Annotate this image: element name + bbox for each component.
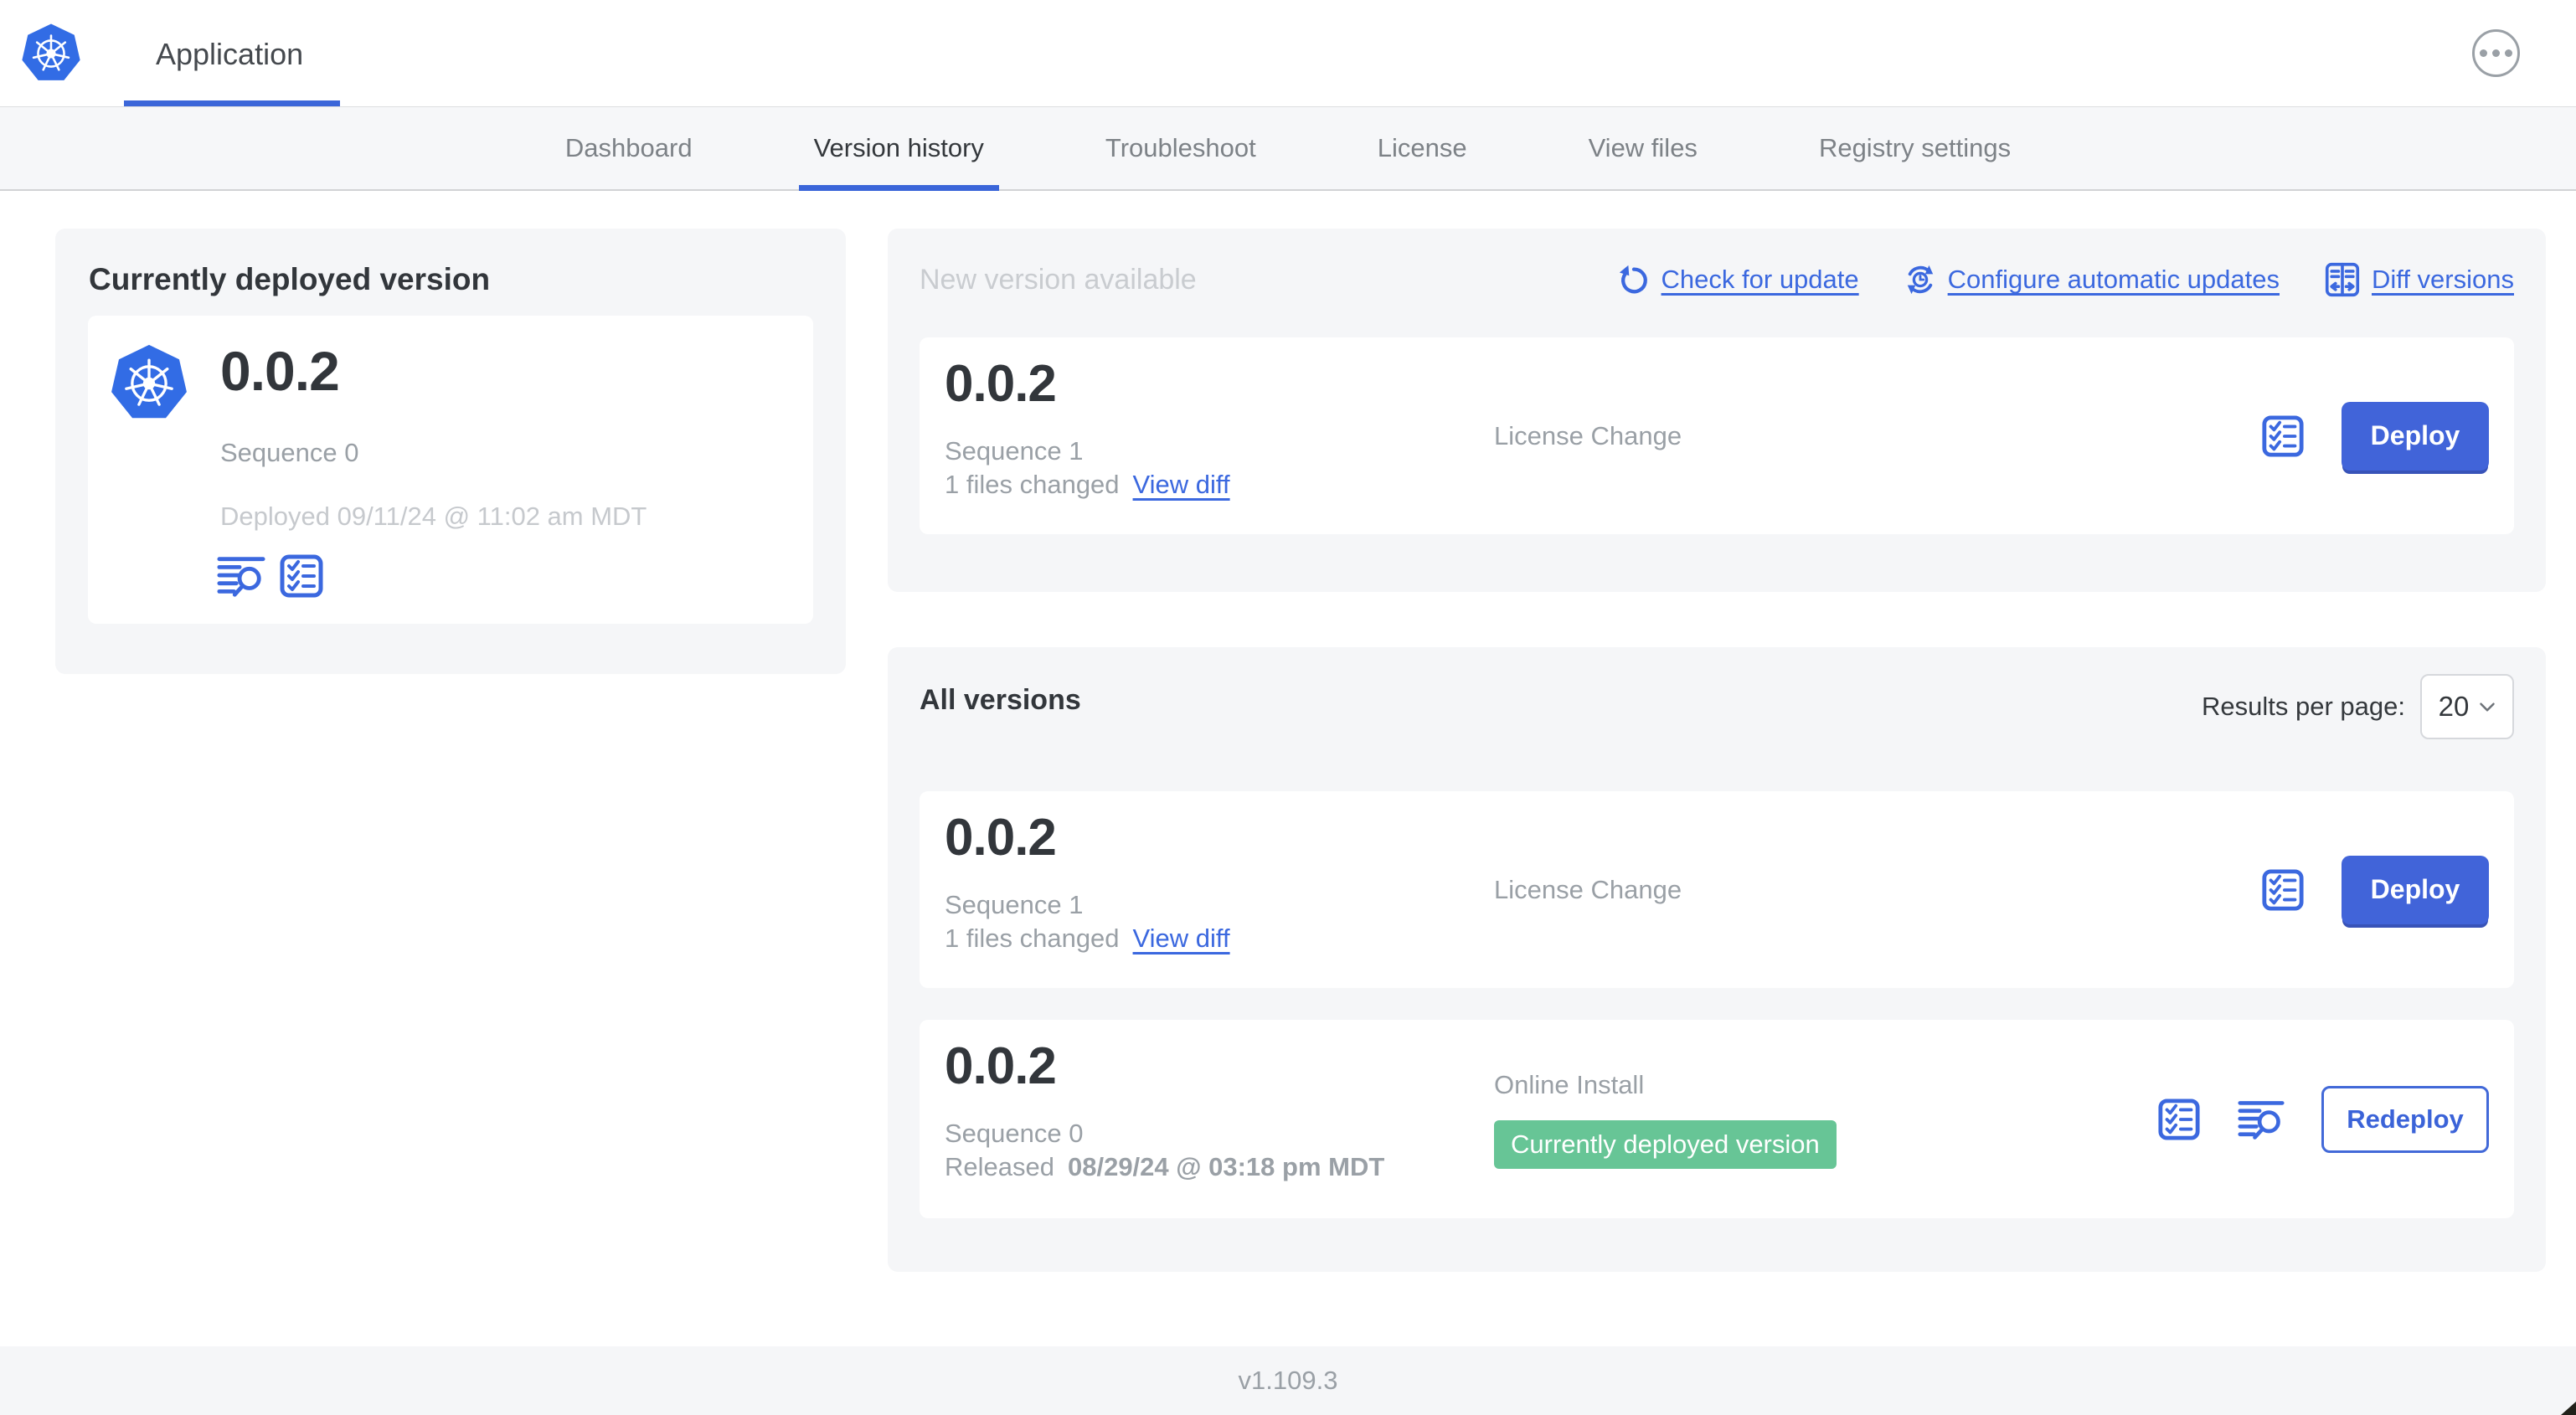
check-for-update-link[interactable]: Check for update [1618, 264, 1859, 296]
preflight-checks-icon[interactable] [2261, 868, 2305, 912]
row-version-number: 0.0.2 [945, 1037, 1057, 1095]
version-row: 0.0.2 Sequence 0 Released 08/29/24 @ 03:… [920, 1020, 2514, 1218]
row-sequence: Sequence 1 [945, 890, 1084, 919]
results-per-page: Results per page: 20 [2202, 674, 2514, 739]
tab-view-files[interactable]: View files [1589, 107, 1698, 189]
tab-version-history[interactable]: Version history [798, 107, 999, 191]
currently-deployed-card: Currently deployed version 0.0.2 Sequenc… [55, 229, 846, 674]
diff-versions-link[interactable]: Diff versions [2325, 262, 2514, 297]
results-per-page-value: 20 [2438, 691, 2470, 722]
diff-icon [2325, 262, 2360, 297]
view-diff-link[interactable]: View diff [1133, 924, 1230, 954]
ellipsis-dot [2492, 49, 2500, 57]
active-app-indicator [124, 100, 340, 106]
all-versions-title: All versions [920, 684, 1081, 716]
deployed-version-number: 0.0.2 [220, 340, 340, 402]
currently-deployed-badge: Currently deployed version [1494, 1119, 1837, 1169]
new-version-card: New version available Check for update C… [888, 229, 2546, 592]
tab-label: View files [1588, 133, 1698, 162]
check-for-update-label: Check for update [1661, 265, 1859, 294]
results-per-page-label: Results per page: [2202, 692, 2405, 721]
view-logs-icon[interactable] [2238, 1098, 2285, 1141]
view-diff-link[interactable]: View diff [1133, 470, 1230, 500]
row-released: Released 08/29/24 @ 03:18 pm MDT [945, 1152, 1384, 1182]
kubernetes-logo-icon [20, 23, 82, 85]
refresh-icon [1618, 264, 1650, 296]
tab-dashboard[interactable]: Dashboard [565, 107, 693, 189]
app-title: Application [156, 37, 304, 71]
released-label: Released [945, 1152, 1054, 1181]
configure-automatic-updates-link[interactable]: Configure automatic updates [1904, 264, 2280, 296]
deploy-button[interactable]: Deploy [2342, 855, 2489, 924]
tab-license[interactable]: License [1378, 107, 1467, 189]
row-source-block: Online Install Currently deployed versio… [1494, 1070, 1837, 1169]
deployed-version-actions [217, 553, 324, 599]
tab-label: Troubleshoot [1105, 133, 1256, 162]
preflight-checks-icon[interactable] [279, 553, 324, 599]
active-tab-indicator [798, 185, 999, 191]
row-actions: Deploy [2261, 401, 2489, 471]
cursor-artifact [2561, 1402, 2576, 1415]
row-files-changed: 1 files changed View diff [945, 924, 1230, 954]
diff-versions-label: Diff versions [2372, 265, 2514, 294]
ellipsis-dot [2505, 49, 2512, 57]
deployed-sequence: Sequence 0 [220, 438, 359, 467]
released-date: 08/29/24 @ 03:18 pm MDT [1067, 1152, 1385, 1181]
tab-registry-settings[interactable]: Registry settings [1819, 107, 2011, 189]
tab-label: Registry settings [1818, 133, 2012, 162]
app-footer: v1.109.3 [0, 1346, 2576, 1415]
admin-console-page: Application Dashboard Version history Tr… [0, 0, 2576, 1415]
row-version-number: 0.0.2 [945, 355, 1057, 413]
currently-deployed-version-panel: 0.0.2 Sequence 0 Deployed 09/11/24 @ 11:… [88, 316, 813, 624]
row-source-label: License Change [1494, 874, 1682, 904]
all-versions-card: All versions Results per page: 20 0.0.2 … [888, 647, 2546, 1272]
ellipsis-menu-button[interactable] [2472, 29, 2520, 77]
app-nav: Dashboard Version history Troubleshoot L… [0, 106, 2576, 191]
preflight-checks-icon[interactable] [2261, 414, 2305, 458]
tab-label: Dashboard [564, 133, 693, 162]
auto-update-clock-icon [1904, 264, 1936, 296]
row-sequence: Sequence 0 [945, 1119, 1084, 1148]
new-version-row: 0.0.2 Sequence 1 1 files changed View di… [920, 337, 2514, 534]
configure-automatic-updates-label: Configure automatic updates [1947, 265, 2280, 294]
currently-deployed-title: Currently deployed version [89, 262, 491, 296]
row-sequence: Sequence 1 [945, 436, 1084, 466]
new-version-title: New version available [920, 263, 1197, 296]
deployed-timestamp: Deployed 09/11/24 @ 11:02 am MDT [220, 502, 647, 531]
version-row: 0.0.2 Sequence 1 1 files changed View di… [920, 791, 2514, 988]
results-per-page-select[interactable]: 20 [2420, 674, 2514, 739]
console-version: v1.109.3 [1238, 1366, 1338, 1395]
row-files-changed: 1 files changed View diff [945, 470, 1230, 500]
row-actions: Redeploy [2157, 1085, 2489, 1153]
app-icon-kubernetes [109, 343, 189, 424]
files-changed-label: 1 files changed [945, 470, 1120, 499]
row-source-label: Online Install [1494, 1069, 1645, 1099]
tab-label: License [1377, 133, 1467, 162]
row-source-label: License Change [1494, 420, 1682, 450]
tab-troubleshoot[interactable]: Troubleshoot [1105, 107, 1256, 189]
deploy-button[interactable]: Deploy [2342, 401, 2489, 471]
row-actions: Deploy [2261, 855, 2489, 924]
preflight-checks-icon[interactable] [2157, 1098, 2201, 1141]
view-logs-icon[interactable] [217, 553, 265, 599]
redeploy-button[interactable]: Redeploy [2321, 1085, 2489, 1153]
chevron-down-icon [2479, 702, 2496, 713]
ellipsis-dot [2480, 49, 2487, 57]
row-version-number: 0.0.2 [945, 809, 1057, 867]
version-action-links: Check for update Configure automatic upd… [1618, 262, 2514, 297]
new-version-header: New version available Check for update C… [920, 262, 2514, 297]
tab-label: Version history [813, 133, 984, 162]
app-header: Application [0, 0, 2576, 106]
files-changed-label: 1 files changed [945, 924, 1120, 953]
